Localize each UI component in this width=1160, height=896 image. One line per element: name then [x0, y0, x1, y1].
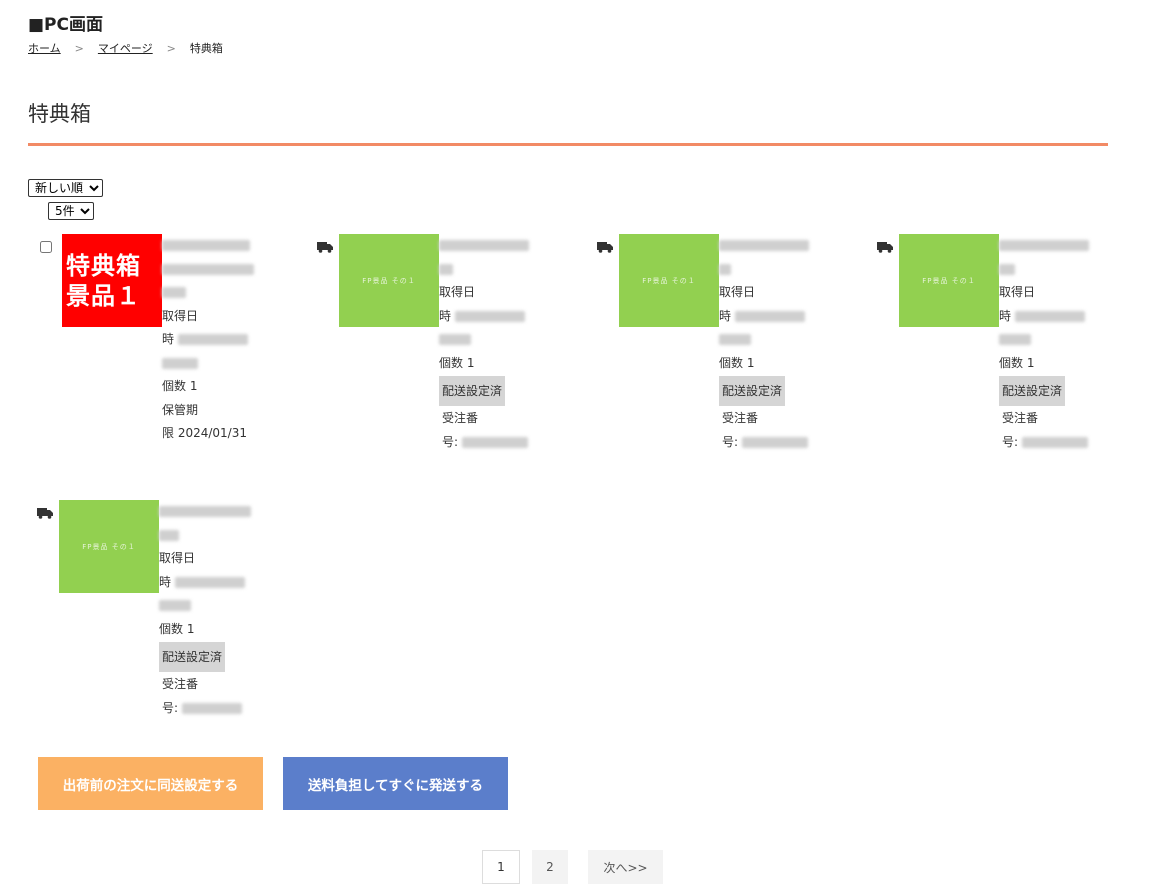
breadcrumb-separator: >: [166, 41, 176, 55]
order-number-label: 受注番: [162, 677, 199, 691]
prize-info: 取得日 時 個数 1 配送設定済 受注番 号:: [439, 234, 539, 454]
truck-icon: [317, 238, 333, 257]
status-badge: 配送設定済: [159, 642, 226, 672]
prize-name-redacted: [719, 258, 819, 282]
prize-info: 取得日 時 個数 1 配送設定済 受注番 号:: [159, 500, 259, 720]
acquired-date-row: 時: [159, 571, 259, 595]
acquired-date-label: 取得日: [999, 285, 1036, 299]
acquired-date-redacted: [999, 328, 1099, 352]
order-number-row: 号:: [999, 431, 1099, 455]
bundle-with-pending-order-button[interactable]: 出荷前の注文に同送設定する: [38, 757, 263, 810]
title-divider: [28, 143, 1108, 146]
prize-name-redacted: [162, 234, 262, 258]
screen-heading: ■PC画面: [28, 15, 103, 35]
acquired-date-label: 取得日: [719, 285, 756, 299]
status-badge: 配送設定済: [439, 376, 506, 406]
pagination-page-2[interactable]: 2: [532, 850, 568, 884]
order-number-row: 号:: [719, 431, 819, 455]
thumbnail-text: 特典箱: [66, 250, 141, 280]
acquired-date-label: 取得日: [439, 285, 476, 299]
truck-icon: [37, 504, 53, 523]
items-per-page-select[interactable]: 5件: [48, 202, 94, 220]
thumbnail-text: FP景品 その１: [362, 276, 416, 285]
quantity: 個数 1: [439, 355, 475, 370]
acquired-date-redacted: [162, 352, 262, 376]
acquired-date-row: 時: [162, 328, 262, 352]
acquired-date-label: 取得日: [159, 551, 196, 565]
quantity: 個数 1: [719, 355, 755, 370]
storage-limit-value: 限 2024/01/31: [162, 426, 247, 440]
breadcrumb-separator: >: [74, 41, 84, 55]
prize-name-redacted: [159, 524, 259, 548]
pagination-page-1[interactable]: 1: [482, 850, 520, 884]
thumbnail-text: FP景品 その１: [922, 276, 976, 285]
prize-info: 取得日 時 個数 1 保管期 限 2024/01/31: [162, 234, 262, 446]
prize-name-redacted: [719, 234, 819, 258]
acquired-date-row: 時: [999, 305, 1099, 329]
order-number-row: 号:: [439, 431, 539, 455]
prize-thumbnail[interactable]: FP景品 その１: [619, 234, 719, 327]
prize-thumbnail[interactable]: 特典箱 景品１: [62, 234, 162, 327]
prize-name-redacted: [999, 258, 1099, 282]
pagination-next[interactable]: 次へ>>: [588, 850, 663, 884]
acquired-date-label: 取得日: [162, 308, 199, 323]
truck-icon: [597, 238, 613, 257]
storage-limit-label: 保管期: [162, 402, 199, 417]
prize-thumbnail[interactable]: FP景品 その１: [899, 234, 999, 327]
prize-select-checkbox[interactable]: [40, 241, 52, 253]
prize-name-redacted: [159, 500, 259, 524]
acquired-date-redacted: [719, 328, 819, 352]
order-number-label: 受注番: [1002, 411, 1039, 425]
acquired-date-row: 時: [719, 305, 819, 329]
page-title: 特典箱: [28, 102, 91, 126]
prize-info: 取得日 時 個数 1 配送設定済 受注番 号:: [999, 234, 1099, 454]
breadcrumb-mypage-link[interactable]: マイページ: [98, 40, 153, 56]
breadcrumb-home-link[interactable]: ホーム: [28, 40, 61, 56]
order-number-label: 受注番: [722, 411, 759, 425]
acquired-date-redacted: [439, 328, 539, 352]
breadcrumb: ホーム > マイページ > 特典箱: [28, 40, 223, 56]
prize-thumbnail[interactable]: FP景品 その１: [59, 500, 159, 593]
prize-name-redacted: [162, 258, 262, 282]
status-badge: 配送設定済: [999, 376, 1066, 406]
truck-icon: [877, 238, 893, 257]
quantity: 個数 1: [999, 355, 1035, 370]
prize-name-redacted: [162, 281, 262, 305]
prize-info: 取得日 時 個数 1 配送設定済 受注番 号:: [719, 234, 819, 454]
quantity: 個数 1: [159, 621, 195, 636]
thumbnail-text: FP景品 その１: [642, 276, 696, 285]
status-badge: 配送設定済: [719, 376, 786, 406]
thumbnail-text: FP景品 その１: [82, 542, 136, 551]
prize-thumbnail[interactable]: FP景品 その１: [339, 234, 439, 327]
order-number-label: 受注番: [442, 411, 479, 425]
acquired-date-row: 時: [439, 305, 539, 329]
order-number-row: 号:: [159, 697, 259, 721]
thumbnail-text: 景品１: [66, 280, 141, 310]
prize-name-redacted: [439, 234, 539, 258]
quantity: 個数 1: [162, 379, 198, 393]
ship-now-button[interactable]: 送料負担してすぐに発送する: [283, 757, 508, 810]
breadcrumb-current: 特典箱: [189, 42, 223, 55]
sort-order-select[interactable]: 新しい順: [28, 179, 103, 197]
acquired-date-redacted: [159, 594, 259, 618]
prize-name-redacted: [999, 234, 1099, 258]
prize-name-redacted: [439, 258, 539, 282]
